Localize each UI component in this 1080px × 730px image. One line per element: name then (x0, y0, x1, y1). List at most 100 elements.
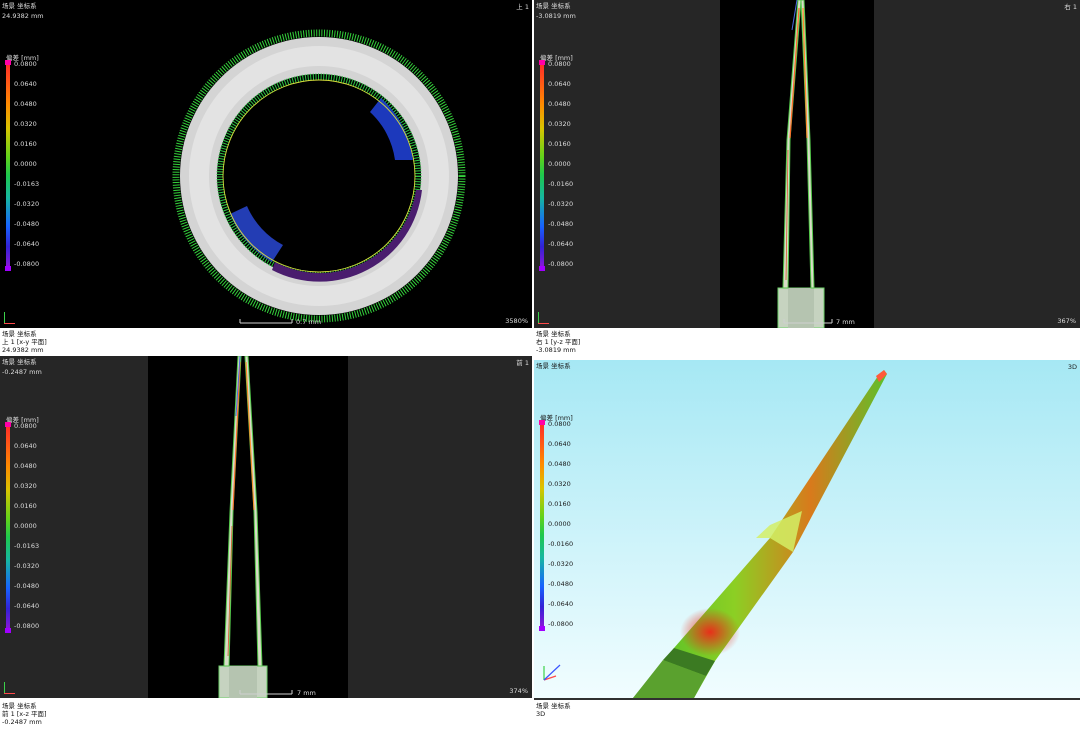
front-view-caption: 场景 坐标系 前 1 [x-z 平面] -0.2487 mm (2, 702, 47, 726)
iso-view-caption: 场景 坐标系 3D (536, 702, 571, 718)
right-view-scale-label: 7 mm (836, 318, 855, 326)
legend-top-cap (539, 420, 545, 425)
front-view-scale-label: 7 mm (297, 689, 316, 697)
viewport-front[interactable]: 场景 坐标系 -0.2487 mm 前 1 7 mm 374% 偏差 [mm] … (0, 356, 532, 698)
legend-tick: 0.0640 (14, 442, 37, 450)
caption-line: 场景 坐标系 (2, 702, 37, 710)
axis-triad-icon (2, 682, 16, 696)
legend-tick: -0.0480 (548, 580, 574, 588)
top-view-corner-label[interactable]: 上 1 (516, 3, 529, 11)
legend-tick: 0.0160 (548, 500, 571, 508)
caption-line: 前 1 [x-z 平面] (2, 710, 47, 718)
legend-bottom-cap (539, 626, 545, 631)
viewport-right[interactable]: 场景 坐标系 -3.0819 mm 右 1 7 mm 367% 偏差 [mm] … (534, 0, 1080, 328)
legend-tick: -0.0320 (14, 200, 40, 208)
viewport-divider (534, 698, 1080, 700)
legend-tick: 0.0800 (14, 60, 37, 68)
caption-line: 24.9382 mm (2, 346, 44, 354)
legend-tick: 0.0480 (14, 100, 37, 108)
top-view-caption: 场景 坐标系 上 1 [x-y 平面] 24.9382 mm (2, 330, 47, 354)
caption-line: 场景 坐标系 (2, 330, 37, 338)
legend-top-cap (5, 60, 11, 65)
caption-line: 3D (536, 710, 546, 718)
legend-tick: -0.0163 (14, 180, 40, 188)
caption-line: 场景 坐标系 (536, 330, 571, 338)
legend-tick: 0.0160 (14, 140, 37, 148)
legend-tick: 0.0000 (548, 160, 571, 168)
front-view-zoom: 374% (509, 687, 528, 695)
legend-gradient-bar (540, 63, 544, 267)
legend-tick: 0.0160 (548, 140, 571, 148)
axis-triad-icon (536, 312, 550, 326)
top-view-ring (172, 29, 466, 324)
iso-view-model (543, 370, 887, 698)
front-view-profile (148, 356, 348, 698)
legend-tick: 0.0640 (548, 440, 571, 448)
legend-top-cap (5, 422, 11, 427)
caption-line: 右 1 [y-z 平面] (536, 338, 581, 346)
legend-tick: -0.0640 (548, 600, 574, 608)
top-view-zoom: 3580% (505, 317, 528, 325)
front-view-value: -0.2487 mm (2, 368, 42, 376)
axis-triad-icon (2, 312, 16, 326)
iso-view-label: 场景 坐标系 (536, 362, 571, 370)
viewport-top[interactable]: 场景 坐标系 24.9382 mm 上 1 0.7 mm 3580% 偏差 [m… (0, 0, 532, 328)
legend-tick: 0.0000 (14, 522, 37, 530)
right-view-zoom: 367% (1057, 317, 1076, 325)
legend-tick: 0.0160 (14, 502, 37, 510)
legend-bottom-cap (5, 266, 11, 271)
legend-tick: -0.0160 (548, 540, 574, 548)
legend-tick: 0.0320 (14, 120, 37, 128)
legend-tick: 0.0320 (548, 480, 571, 488)
legend-tick: -0.0800 (548, 620, 574, 628)
right-view-label: 场景 坐标系 (536, 2, 571, 10)
legend-tick: 0.0800 (14, 422, 37, 430)
top-view-value: 24.9382 mm (2, 12, 44, 20)
legend-tick: -0.0163 (14, 542, 40, 550)
legend-tick: -0.0640 (14, 240, 40, 248)
legend-tick: -0.0800 (548, 260, 574, 268)
legend-tick: -0.0320 (548, 200, 574, 208)
legend-tick: -0.0320 (548, 560, 574, 568)
legend-tick: -0.0800 (14, 622, 40, 630)
legend-tick: 0.0480 (548, 100, 571, 108)
right-view-profile (720, 0, 874, 328)
legend-bottom-cap (5, 628, 11, 633)
caption-line: 上 1 [x-y 平面] (2, 338, 47, 346)
viewport-3d[interactable]: 场景 坐标系 3D 偏差 [mm] 0.0800 0.0640 0.0480 0… (534, 360, 1080, 698)
legend-tick: -0.0640 (14, 602, 40, 610)
legend-gradient-bar (6, 63, 10, 267)
legend-tick: -0.0160 (548, 180, 574, 188)
caption-line: -0.2487 mm (2, 718, 42, 726)
caption-line: 场景 坐标系 (536, 702, 571, 710)
iso-view-corner-label[interactable]: 3D (1068, 363, 1077, 371)
legend-tick: 0.0480 (14, 462, 37, 470)
legend-tick: -0.0800 (14, 260, 40, 268)
legend-gradient-bar (540, 423, 544, 627)
legend-top-cap (539, 60, 545, 65)
front-view-label: 场景 坐标系 (2, 358, 37, 366)
legend-tick: 0.0000 (14, 160, 37, 168)
legend-bottom-cap (539, 266, 545, 271)
legend-tick: -0.0480 (14, 220, 40, 228)
legend-tick: -0.0480 (548, 220, 574, 228)
legend-tick: 0.0640 (14, 80, 37, 88)
right-view-caption: 场景 坐标系 右 1 [y-z 平面] -3.0819 mm (536, 330, 580, 354)
top-view-label: 场景 坐标系 (2, 2, 37, 10)
legend-tick: 0.0800 (548, 60, 571, 68)
legend-tick: -0.0480 (14, 582, 40, 590)
right-view-value: -3.0819 mm (536, 12, 576, 20)
legend-gradient-bar (6, 425, 10, 629)
legend-tick: 0.0320 (14, 482, 37, 490)
legend-tick: 0.0640 (548, 80, 571, 88)
caption-line: -3.0819 mm (536, 346, 576, 354)
legend-tick: 0.0000 (548, 520, 571, 528)
top-view-scale-label: 0.7 mm (296, 318, 322, 326)
front-view-corner-label[interactable]: 前 1 (516, 359, 529, 367)
right-view-corner-label[interactable]: 右 1 (1064, 3, 1077, 11)
legend-tick: -0.0640 (548, 240, 574, 248)
legend-tick: 0.0800 (548, 420, 571, 428)
legend-tick: 0.0480 (548, 460, 571, 468)
legend-tick: -0.0320 (14, 562, 40, 570)
legend-tick: 0.0320 (548, 120, 571, 128)
